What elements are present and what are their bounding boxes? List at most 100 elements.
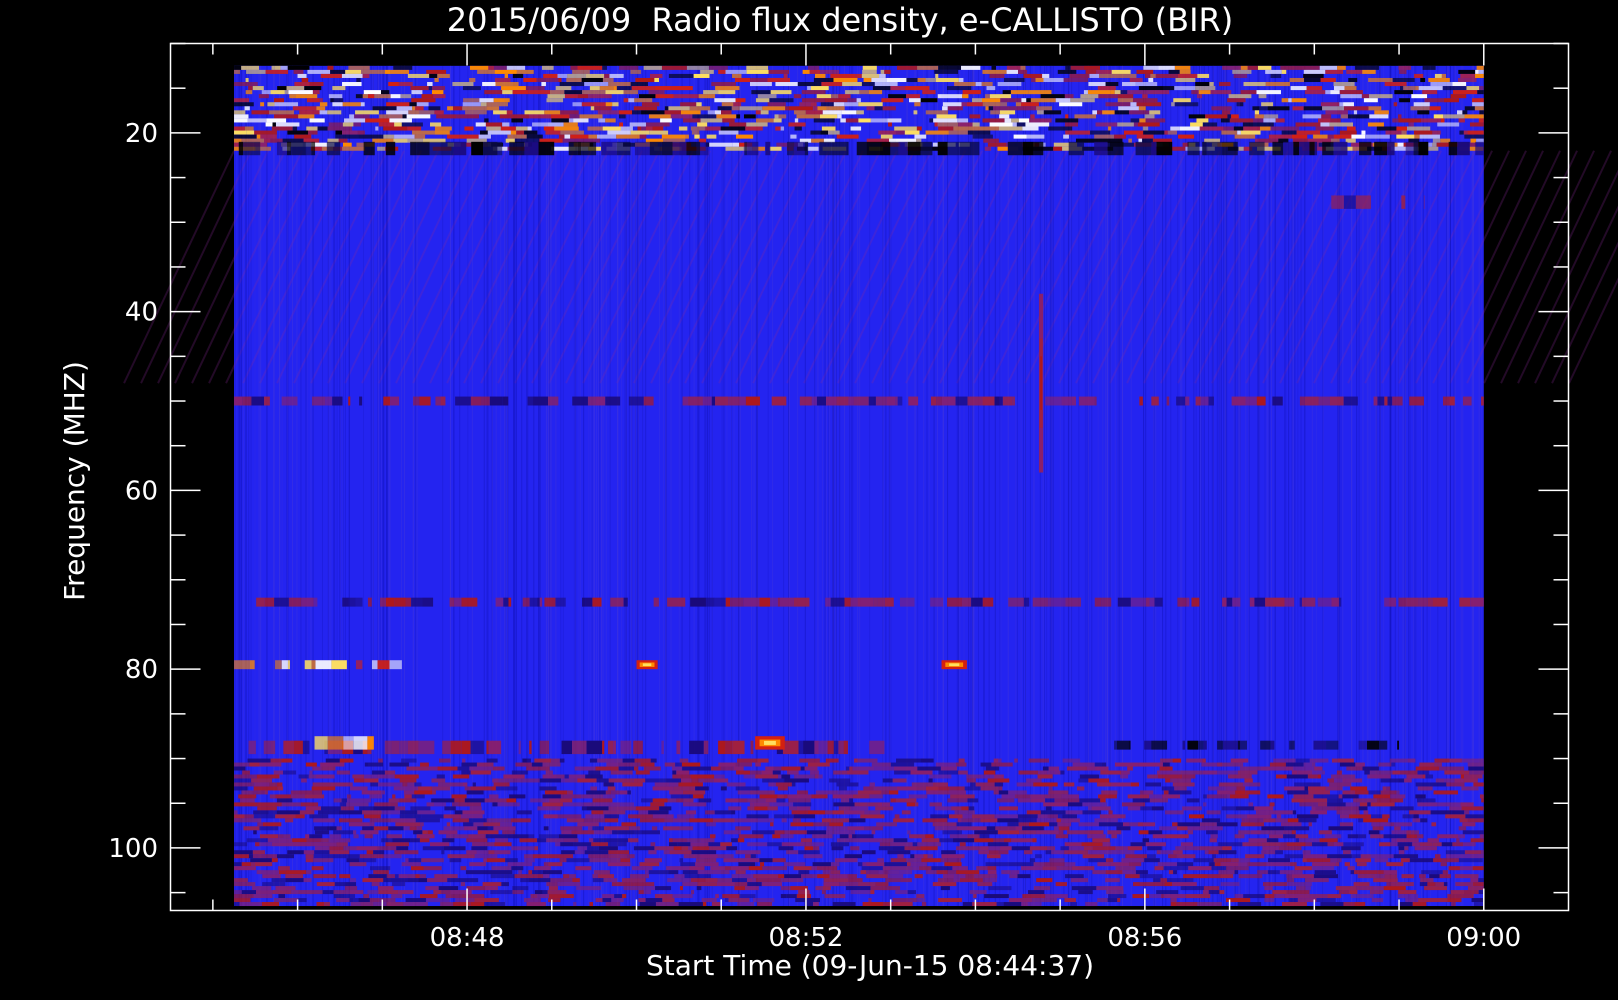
feature-cell (935, 762, 957, 767)
feature-cell (922, 818, 948, 823)
feature-cell (428, 106, 441, 111)
feature-cell (589, 838, 594, 843)
feature-cell (916, 126, 922, 131)
feature-cell (1071, 396, 1077, 406)
feature-cell (1373, 794, 1391, 799)
feature-cell (906, 94, 920, 99)
feature-cell (970, 141, 980, 156)
feature-cell (1211, 106, 1232, 111)
feature (755, 736, 785, 750)
feature-cell (1037, 774, 1053, 779)
feature-cell (628, 814, 653, 819)
feature-cell (749, 790, 775, 795)
feature-cell (667, 798, 677, 803)
feature-cell (738, 862, 756, 867)
feature-cell (1442, 86, 1467, 91)
feature-cell (849, 798, 854, 803)
x-tick-label: 08:56 (1107, 923, 1182, 953)
feature-cell (679, 858, 684, 863)
feature-cell (1367, 740, 1380, 750)
feature-cell (555, 86, 572, 91)
feature-cell (1350, 786, 1368, 791)
feature-cell (1334, 806, 1359, 811)
feature-cell (1356, 114, 1370, 119)
feature-cell (937, 141, 948, 156)
feature-cell (679, 886, 683, 891)
feature-cell (364, 762, 369, 767)
feature-cell (1267, 106, 1290, 111)
feature-cell (1369, 114, 1389, 119)
feature-cell (472, 782, 476, 787)
feature-cell (803, 740, 815, 755)
feature-cell (1374, 141, 1388, 156)
feature-cell (732, 73, 742, 78)
feature-cell (283, 834, 291, 839)
feature-cell (830, 73, 856, 78)
feature-cell (1227, 98, 1246, 103)
feature-cell (1166, 396, 1170, 406)
feature-cell (582, 90, 606, 95)
feature-cell (862, 902, 872, 907)
feature-cell (1303, 69, 1326, 74)
feature-cell (975, 782, 995, 787)
feature-cell (411, 90, 423, 95)
feature-cell (1060, 846, 1069, 851)
feature-cell (584, 82, 609, 87)
feature-cell (389, 762, 409, 767)
feature-cell (892, 778, 907, 783)
feature-cell (735, 77, 751, 83)
feature-cell (672, 838, 688, 843)
feature-cell (1096, 69, 1112, 74)
feature-cell (700, 141, 709, 156)
feature-cell (811, 396, 817, 406)
feature-cell (1272, 597, 1285, 607)
feature-cell (906, 77, 918, 83)
feature-cell (1182, 806, 1202, 811)
feature-cell (563, 122, 578, 127)
feature-cell (234, 862, 242, 867)
feature-cell (1459, 597, 1471, 607)
feature-cell (1183, 874, 1208, 879)
feature-cell (961, 818, 981, 823)
feature-cell (1078, 396, 1095, 406)
feature-cell (816, 94, 831, 99)
feature-cell (385, 842, 409, 847)
feature-cell (860, 870, 867, 875)
feature-cell (690, 597, 706, 607)
feature-cell (674, 874, 685, 879)
feature-cell (1464, 774, 1483, 779)
feature-cell (611, 882, 631, 887)
feature-cell (568, 774, 586, 779)
feature-cell (725, 146, 744, 151)
feature-cell (690, 774, 715, 779)
feature-cell (890, 86, 906, 91)
feature-cell (832, 794, 853, 799)
feature-cell (1390, 882, 1414, 887)
feature-cell (1315, 806, 1335, 811)
feature-cell (1061, 818, 1080, 823)
feature-cell (980, 818, 998, 823)
feature-cell (1239, 102, 1244, 107)
feature-cell (638, 94, 656, 99)
feature-cell (873, 597, 878, 607)
feature-cell (631, 142, 636, 147)
feature-cell (696, 886, 702, 891)
feature-cell (1263, 118, 1276, 123)
feature-cell (1283, 126, 1300, 131)
feature-cell (461, 894, 485, 899)
feature-cell (1417, 110, 1430, 115)
feature-cell (392, 838, 411, 843)
feature-cell (798, 740, 804, 755)
feature-cell (1142, 126, 1149, 131)
feature-cell (905, 86, 930, 91)
feature-cell (759, 858, 773, 863)
feature-cell (1012, 122, 1017, 127)
feature-cell (618, 762, 641, 767)
feature-cell (1079, 798, 1101, 803)
feature-cell (894, 814, 900, 819)
feature-cell (942, 106, 948, 111)
texture-line (1119, 65, 1121, 907)
feature-cell (1394, 826, 1401, 831)
feature-cell (1019, 830, 1037, 835)
feature-cell (349, 898, 354, 903)
